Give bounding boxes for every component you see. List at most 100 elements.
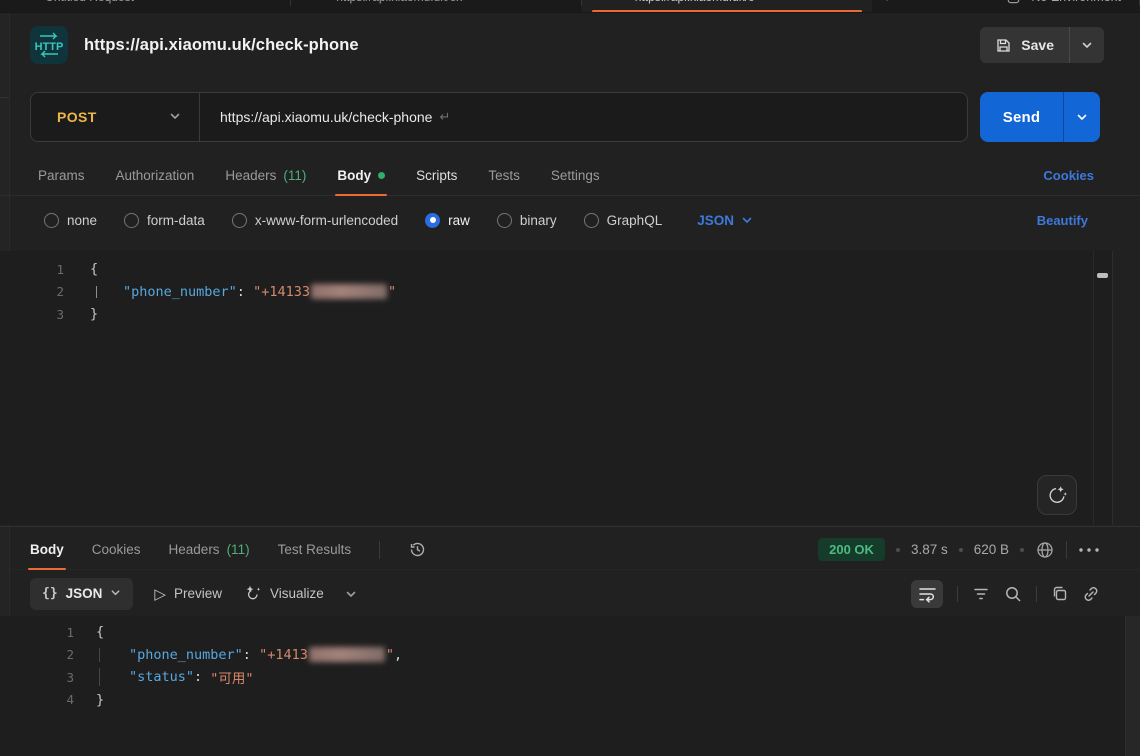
radio-circle [124, 213, 139, 228]
redacted-phone-digits [309, 647, 385, 662]
link-icon [1082, 585, 1100, 603]
chevron-down-icon [1081, 39, 1093, 51]
tab-headers[interactable]: Headers (11) [225, 156, 306, 195]
tab-scripts[interactable]: Scripts [416, 156, 457, 195]
workspace-tab-bar: GET Untitled Request GET https://api.xia… [0, 0, 1140, 13]
toolbar-divider [379, 541, 380, 559]
url-bar: POST https://api.xiaomu.uk/check-phone ↵ [30, 92, 968, 142]
copy-response-button[interactable] [1051, 585, 1068, 602]
response-headers-count: (11) [227, 542, 250, 557]
response-tab-test-results[interactable]: Test Results [278, 530, 352, 569]
save-options-button[interactable] [1070, 27, 1104, 63]
send-button[interactable]: Send [980, 92, 1063, 142]
meta-separator-dot [959, 548, 963, 552]
globe-icon [1035, 540, 1055, 560]
search-icon [1004, 585, 1022, 603]
new-tab-button[interactable]: + [872, 0, 902, 13]
language-label: JSON [697, 213, 734, 228]
response-tab-body[interactable]: Body [30, 530, 64, 569]
play-outline-icon: ▷ [154, 585, 166, 603]
cookies-link[interactable]: Cookies [1043, 168, 1094, 183]
response-meta: 200 OK 3.87 s 620 B [818, 538, 1100, 561]
response-format-dropdown[interactable]: {} JSON [30, 578, 133, 610]
editor-scrollbar[interactable] [1093, 251, 1112, 525]
filter-button[interactable] [972, 587, 990, 601]
radio-x-www-form-urlencoded[interactable]: x-www-form-urlencoded [232, 213, 398, 228]
request-tab-get[interactable]: GET https://api.xiaomu.uk/ex [291, 0, 581, 13]
request-tabs: Params Authorization Headers (11) Body S… [0, 156, 1140, 196]
status-badge: 200 OK [818, 538, 885, 561]
radio-graphql[interactable]: GraphQL [584, 213, 663, 228]
tab-method-get: GET [14, 0, 37, 3]
request-title: https://api.xiaomu.uk/check-phone [84, 36, 359, 55]
wrap-text-button[interactable] [911, 580, 943, 608]
radio-circle [232, 213, 247, 228]
request-response-divider[interactable] [0, 526, 1140, 527]
environment-label: No Environment [1031, 0, 1121, 4]
url-input[interactable]: https://api.xiaomu.uk/check-phone [220, 109, 432, 125]
chevron-down-icon [110, 585, 121, 603]
response-view-toolbar: {} JSON ▷ Preview Visualize [0, 571, 1140, 616]
code-line: 3 } [0, 303, 1112, 326]
radio-form-data[interactable]: form-data [124, 213, 205, 228]
redacted-phone-digits [311, 284, 387, 299]
chevron-down-icon [741, 214, 753, 226]
visualize-options-button[interactable] [345, 588, 357, 600]
request-tab-active[interactable]: POST https://api.xiaomu.uk/c [582, 0, 872, 13]
preview-button[interactable]: ▷ Preview [154, 585, 222, 603]
code-line: 1 { [0, 258, 1112, 281]
save-button[interactable]: Save [980, 27, 1069, 63]
code-line: 3 "status": "可用" [0, 666, 1140, 689]
url-bar-divider [199, 93, 200, 141]
response-body-viewer[interactable]: 1 { 2 "phone_number": "+1413", 3 "status… [0, 616, 1140, 756]
tab-settings[interactable]: Settings [551, 156, 600, 195]
clock-history-icon [408, 540, 427, 559]
scrollbar-thumb[interactable] [1097, 273, 1108, 278]
indent-guide [99, 668, 100, 686]
braces-icon: {} [42, 586, 58, 601]
response-more-actions-button[interactable] [1078, 547, 1100, 553]
tab-body[interactable]: Body [337, 156, 385, 195]
tab-params[interactable]: Params [38, 156, 85, 195]
request-body-editor[interactable]: 1 { 2 "phone_number": "+14133" 3 } [0, 251, 1113, 525]
search-button[interactable] [1004, 585, 1022, 603]
radio-circle [584, 213, 599, 228]
toolbar-divider [957, 586, 958, 602]
language-dropdown[interactable]: JSON [697, 213, 753, 228]
ellipsis-icon [1078, 547, 1100, 553]
response-time: 3.87 s [911, 542, 948, 557]
network-info-button[interactable] [1035, 540, 1055, 560]
method-label: POST [57, 109, 97, 125]
send-button-group: Send [980, 92, 1100, 142]
chevron-down-icon [1076, 111, 1088, 123]
tab-tests[interactable]: Tests [488, 156, 520, 195]
line-number: 1 [0, 262, 64, 277]
send-options-button[interactable] [1064, 92, 1100, 142]
postbot-ai-button[interactable] [1037, 475, 1077, 515]
response-scrollbar[interactable] [1125, 616, 1140, 756]
filter-icon [972, 587, 990, 601]
beautify-link[interactable]: Beautify [1037, 213, 1088, 228]
toolbar-divider [1036, 586, 1037, 602]
tab-authorization[interactable]: Authorization [116, 156, 195, 195]
save-button-label: Save [1021, 37, 1054, 53]
environment-icon [1006, 0, 1021, 5]
headers-count-badge: (11) [283, 168, 306, 183]
visualize-button[interactable]: Visualize [243, 584, 324, 603]
line-number: 3 [0, 670, 74, 685]
tab-method-get: GET [305, 0, 328, 3]
radio-raw[interactable]: raw [425, 213, 470, 228]
response-tab-cookies[interactable]: Cookies [92, 530, 141, 569]
method-dropdown[interactable]: POST [31, 93, 199, 141]
toolbar-divider [1066, 541, 1067, 559]
response-history-button[interactable] [408, 540, 427, 559]
radio-binary[interactable]: binary [497, 213, 557, 228]
wrap-text-icon [918, 585, 937, 603]
response-format-label: JSON [66, 586, 103, 601]
request-tab-untitled[interactable]: GET Untitled Request [0, 0, 290, 13]
meta-separator-dot [1020, 548, 1024, 552]
radio-none[interactable]: none [44, 213, 97, 228]
environment-selector[interactable]: No Environment [988, 0, 1139, 5]
response-tab-headers[interactable]: Headers (11) [169, 530, 250, 569]
share-link-button[interactable] [1082, 585, 1100, 603]
